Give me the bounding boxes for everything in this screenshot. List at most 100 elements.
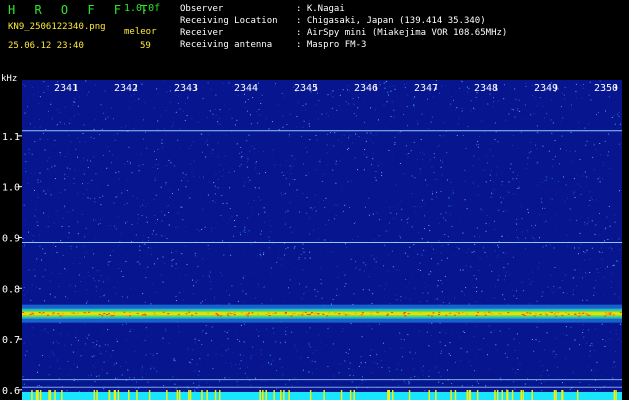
noise-dot xyxy=(593,156,595,158)
noise-dot xyxy=(607,155,609,156)
noise-dot xyxy=(502,252,504,254)
noise-dot xyxy=(242,249,244,251)
noise-dot xyxy=(599,176,601,178)
noise-dot xyxy=(614,123,616,125)
noise-dot xyxy=(411,193,413,195)
noise-dot xyxy=(147,381,149,383)
noise-dot xyxy=(350,323,352,325)
band-hotspot xyxy=(125,315,128,317)
noise-dot xyxy=(273,332,275,334)
noise-dot xyxy=(593,287,595,289)
noise-dot xyxy=(617,113,619,115)
noise-dot xyxy=(475,96,477,98)
band-hotspot xyxy=(507,312,510,314)
noise-dot xyxy=(294,158,296,160)
noise-dot xyxy=(552,351,554,353)
noise-dot xyxy=(156,353,158,355)
band-hotspot xyxy=(557,312,560,314)
noise-dot xyxy=(464,169,466,171)
noise-dot xyxy=(64,123,66,125)
noise-dot xyxy=(274,83,276,85)
noise-dot xyxy=(53,222,55,224)
noise-dot xyxy=(438,381,440,383)
noise-dot xyxy=(600,154,602,156)
band-hotspot xyxy=(548,311,551,313)
noise-dot xyxy=(597,221,599,223)
noise-dot xyxy=(400,131,402,133)
noise-dot xyxy=(500,202,502,204)
noise-dot xyxy=(279,358,281,360)
noise-dot xyxy=(447,244,449,246)
noise-dot xyxy=(314,194,316,196)
noise-dot xyxy=(162,337,164,339)
noise-dot xyxy=(513,338,515,340)
noise-dot xyxy=(442,382,444,384)
noise-dot xyxy=(349,362,351,364)
bottom-marker xyxy=(113,390,116,400)
noise-dot xyxy=(88,91,90,93)
bottom-marker xyxy=(31,390,33,400)
noise-dot xyxy=(289,113,291,115)
noise-dot xyxy=(223,254,225,256)
noise-dot xyxy=(336,288,338,290)
noise-dot xyxy=(524,118,526,120)
bottom-marker xyxy=(288,390,290,400)
noise-dot xyxy=(39,126,41,128)
noise-dot xyxy=(115,196,117,198)
noise-dot xyxy=(173,358,175,360)
noise-dot xyxy=(391,250,393,252)
noise-dot xyxy=(64,344,66,346)
noise-dot xyxy=(119,262,121,264)
noise-dot xyxy=(476,286,478,288)
noise-dot xyxy=(77,137,78,139)
bottom-marker xyxy=(49,390,52,400)
noise-dot xyxy=(293,377,295,379)
noise-dot xyxy=(551,198,553,200)
noise-dot xyxy=(256,255,258,257)
noise-dot xyxy=(240,157,242,159)
noise-dot xyxy=(593,294,595,296)
noise-dot xyxy=(467,91,469,93)
noise-dot xyxy=(473,107,475,109)
noise-dot xyxy=(187,349,189,351)
noise-dot xyxy=(39,234,41,236)
noise-dot xyxy=(521,230,523,232)
noise-dot xyxy=(283,193,285,195)
bottom-marker xyxy=(148,390,151,400)
noise-dot xyxy=(263,207,265,209)
noise-dot xyxy=(133,128,135,130)
noise-dot xyxy=(141,376,143,378)
noise-dot xyxy=(217,121,219,123)
noise-dot xyxy=(527,163,529,165)
band-hotspot xyxy=(44,315,47,317)
noise-dot xyxy=(85,335,86,337)
noise-dot xyxy=(145,277,147,279)
noise-dot xyxy=(454,361,456,363)
noise-dot xyxy=(94,280,96,282)
noise-dot xyxy=(207,144,209,146)
noise-dot xyxy=(303,251,305,253)
noise-dot xyxy=(418,330,420,332)
noise-dot xyxy=(613,114,615,116)
noise-dot xyxy=(165,234,166,236)
noise-dot xyxy=(371,302,373,304)
noise-dot xyxy=(120,233,122,235)
noise-dot xyxy=(355,133,357,135)
noise-dot xyxy=(239,152,241,154)
noise-dot xyxy=(366,156,368,158)
noise-dot xyxy=(400,200,402,202)
noise-dot xyxy=(407,125,408,127)
noise-dot xyxy=(118,171,120,173)
band-hotspot xyxy=(29,313,32,315)
noise-dot xyxy=(455,93,457,95)
noise-dot xyxy=(493,189,494,191)
noise-dot xyxy=(589,350,591,352)
noise-dot xyxy=(496,166,498,168)
noise-dot xyxy=(461,107,463,109)
noise-dot xyxy=(74,328,76,330)
noise-dot xyxy=(83,173,85,175)
noise-dot xyxy=(615,329,617,331)
noise-dot xyxy=(358,385,360,386)
noise-dot xyxy=(96,188,98,190)
noise-dot xyxy=(473,155,475,157)
